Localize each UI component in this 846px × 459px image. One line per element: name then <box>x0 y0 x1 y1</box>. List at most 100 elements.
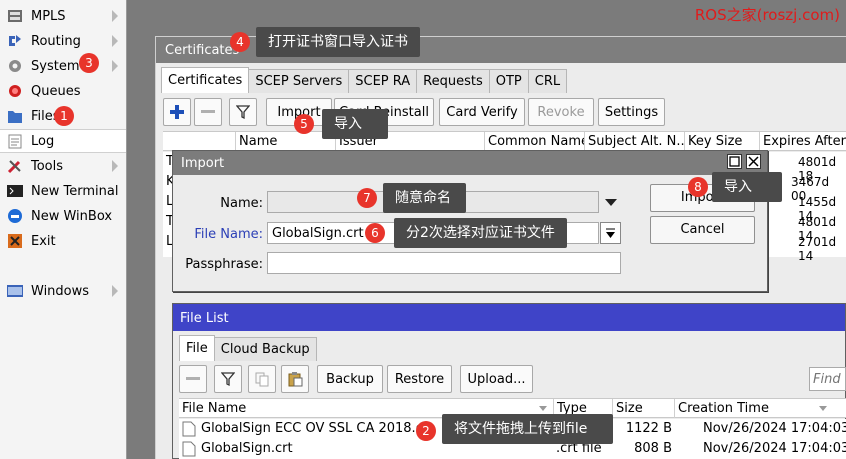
certificates-grid-header: Name Issuer Common Name Subject Alt. N..… <box>163 131 846 151</box>
remove-file-button[interactable] <box>179 365 207 393</box>
file-filter-button[interactable] <box>214 365 242 393</box>
file-size-cell: 808 B <box>634 441 672 456</box>
copy-button[interactable] <box>248 365 276 393</box>
expires-cell: 2701d 14 <box>798 235 837 263</box>
paste-icon <box>288 372 303 387</box>
file-icon <box>182 421 196 437</box>
tab-certificates[interactable]: Certificates <box>161 67 250 93</box>
callout-2: 将文件拖拽上传到file <box>442 414 613 444</box>
column-subject-alt-name[interactable]: Subject Alt. N... <box>584 132 684 151</box>
menu-item-queues[interactable]: Queues <box>0 79 126 103</box>
menu-label: Exit <box>31 233 56 249</box>
minus-icon <box>186 377 200 380</box>
step-badge-5: 5 <box>294 114 314 134</box>
dropdown-arrow-icon <box>606 228 615 238</box>
column-expires-after[interactable]: Expires After <box>759 132 846 151</box>
card-verify-button[interactable]: Card Verify <box>439 98 525 126</box>
sort-icon <box>819 406 827 411</box>
step-badge-7: 7 <box>357 188 377 208</box>
file-list-tabs: File Cloud Backup <box>179 335 317 361</box>
files-icon <box>6 108 24 124</box>
backup-button[interactable]: Backup <box>317 365 383 393</box>
tab-file[interactable]: File <box>179 335 215 361</box>
column-size[interactable]: Size <box>612 399 674 418</box>
filter-icon <box>221 372 235 387</box>
menu-item-new-winbox[interactable]: New WinBox <box>0 204 126 228</box>
exit-icon <box>6 233 24 249</box>
menu-item-exit[interactable]: Exit <box>0 229 126 253</box>
menu-label: New Terminal <box>31 183 119 199</box>
menu-item-routing[interactable]: Routing <box>0 29 126 53</box>
file-name-dropdown-button[interactable] <box>600 222 621 244</box>
callout-8: 导入 <box>712 172 782 202</box>
submenu-arrow-icon <box>112 160 118 172</box>
minus-icon <box>201 110 215 113</box>
column-creation-time[interactable]: Creation Time <box>674 399 834 418</box>
passphrase-field[interactable] <box>267 252 621 274</box>
filter-button[interactable] <box>229 98 257 126</box>
paste-button[interactable] <box>281 365 309 393</box>
tools-icon <box>6 158 24 174</box>
passphrase-label: Passphrase: <box>185 257 263 272</box>
restore-button[interactable]: Restore <box>387 365 452 393</box>
tab-cloud-backup[interactable]: Cloud Backup <box>213 337 317 361</box>
menu-label: System <box>31 58 80 74</box>
menu-item-system[interactable]: System <box>0 54 126 78</box>
step-badge-3: 3 <box>79 53 99 73</box>
column-key-size[interactable]: Key Size <box>684 132 759 151</box>
plus-icon <box>170 105 184 119</box>
revoke-button[interactable]: Revoke <box>528 98 594 126</box>
callout-7: 随意命名 <box>383 183 466 213</box>
submenu-arrow-icon <box>112 35 118 47</box>
windows-icon <box>6 283 24 299</box>
upload-button[interactable]: Upload... <box>460 365 533 393</box>
menu-label: MPLS <box>31 8 66 24</box>
dialog-title: Import <box>173 151 767 175</box>
menu-label: Tools <box>31 158 64 174</box>
filter-icon <box>236 105 250 120</box>
menu-label: Windows <box>31 283 90 299</box>
tab-requests[interactable]: Requests <box>416 69 490 93</box>
column-name[interactable]: Name <box>235 132 335 151</box>
step-badge-6: 6 <box>365 223 385 243</box>
menu-item-mpls[interactable]: MPLS <box>0 4 126 28</box>
menu-item-new-terminal[interactable]: New Terminal <box>0 179 126 203</box>
menu-label: Log <box>31 133 55 149</box>
tab-crl[interactable]: CRL <box>527 69 568 93</box>
step-badge-2: 2 <box>416 421 436 441</box>
menu-item-log[interactable]: Log <box>0 129 126 153</box>
cancel-button[interactable]: Cancel <box>650 216 755 244</box>
main-menu: MPLS Routing System Queues Files Log Too… <box>0 0 127 459</box>
step-badge-1: 1 <box>54 106 74 126</box>
log-icon <box>6 133 24 149</box>
name-dropdown-icon[interactable] <box>605 199 617 206</box>
tab-scep-ra[interactable]: SCEP RA <box>348 69 418 93</box>
find-input[interactable] <box>809 367 846 391</box>
certificates-tabs: Certificates SCEP Servers SCEP RA Reques… <box>161 67 568 93</box>
menu-item-tools[interactable]: Tools <box>0 154 126 178</box>
tab-scep-servers[interactable]: SCEP Servers <box>248 69 350 93</box>
tab-otp[interactable]: OTP <box>488 69 529 93</box>
close-icon <box>748 156 759 167</box>
file-size-cell: 1122 B <box>625 421 672 436</box>
submenu-arrow-icon <box>112 10 118 22</box>
menu-item-windows[interactable]: Windows <box>0 279 126 303</box>
settings-button[interactable]: Settings <box>598 98 665 126</box>
name-label: Name: <box>220 196 263 211</box>
callout-5: 导入 <box>322 109 388 139</box>
watermark: ROS之家(roszj.com) <box>694 6 840 24</box>
file-created-cell: Nov/26/2024 17:04:03 <box>703 441 846 456</box>
sort-icon <box>539 406 547 411</box>
add-button[interactable] <box>163 98 191 126</box>
maximize-icon <box>729 156 740 167</box>
copy-icon <box>255 372 269 387</box>
remove-button[interactable] <box>194 98 222 126</box>
close-button[interactable] <box>746 154 761 169</box>
terminal-icon <box>6 183 24 199</box>
submenu-arrow-icon <box>112 285 118 297</box>
maximize-button[interactable] <box>727 154 742 169</box>
window-title: File List <box>173 304 845 331</box>
column-common-name[interactable]: Common Name <box>484 132 584 151</box>
callout-6: 分2次选择对应证书文件 <box>394 218 567 248</box>
step-badge-4: 4 <box>230 32 250 52</box>
